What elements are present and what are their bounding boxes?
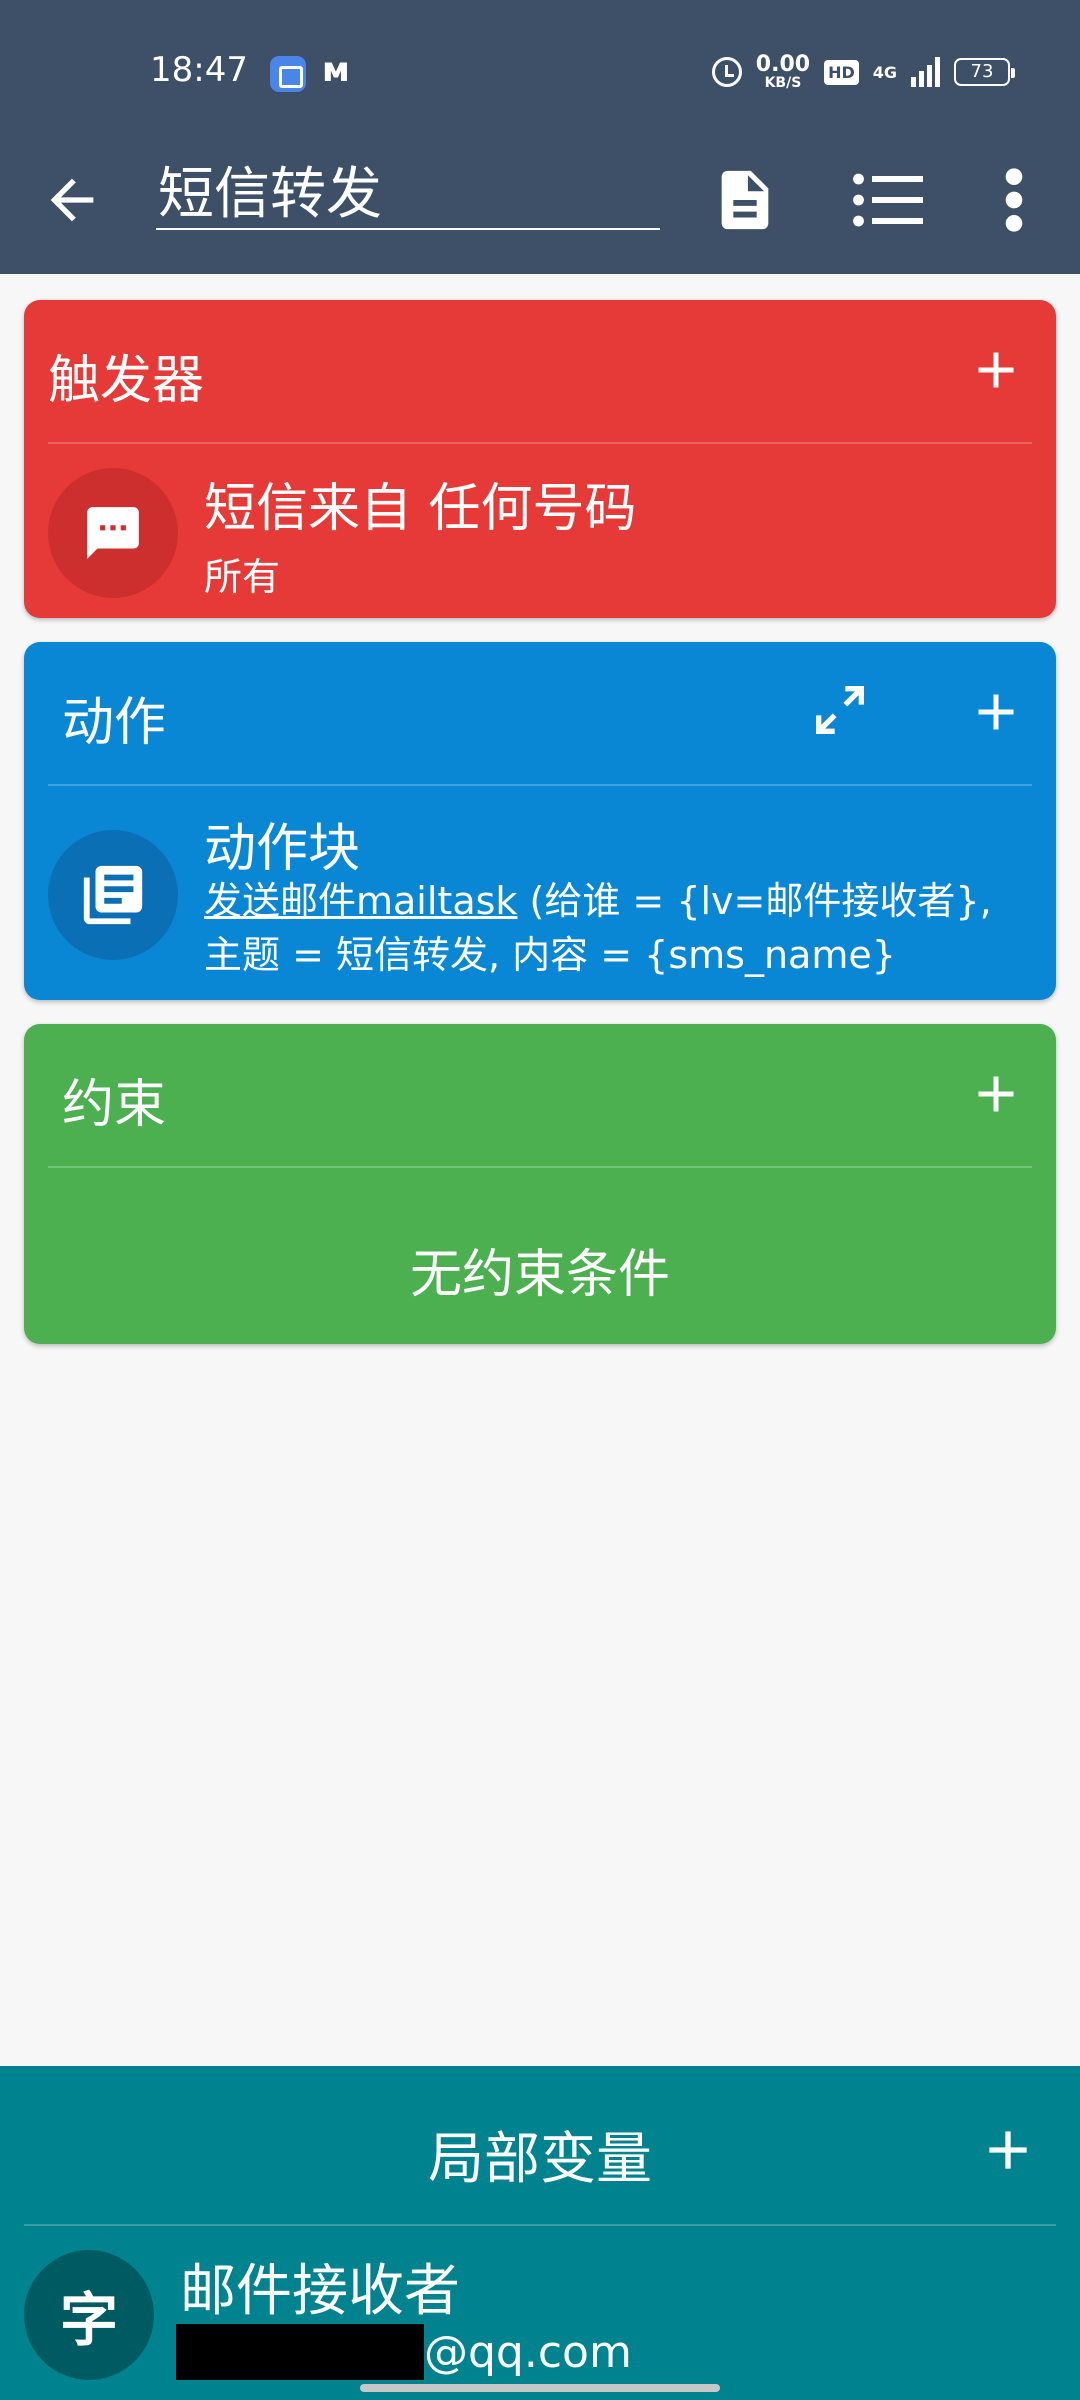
expand-icon[interactable] [808, 678, 872, 742]
list-icon[interactable] [850, 170, 924, 230]
constraints-header: 约束 [24, 1024, 1056, 1166]
toolbar: 短信转发 [0, 140, 1080, 274]
signal-icon [911, 57, 940, 87]
divider [48, 1166, 1032, 1168]
divider [48, 442, 1032, 444]
more-vert-icon[interactable] [998, 160, 1030, 240]
trigger-title[interactable]: 短信来自 任何号码 [204, 466, 637, 541]
local-variables-title: 局部变量 [428, 2127, 652, 2192]
network-speed-unit: KB/S [764, 75, 802, 91]
constraints-card: 约束 无约束条件 [24, 1024, 1056, 1344]
add-trigger-icon[interactable] [966, 340, 1026, 400]
action-block-link[interactable]: 发送邮件mailtask [204, 879, 517, 923]
variable-value-suffix: @qq.com [424, 2326, 632, 2378]
actions-card: 动作 动作块 发送邮件mailtask (给谁 = {lv=邮件接收者}, 主题… [24, 642, 1056, 1000]
redacted-block [176, 2324, 424, 2380]
trigger-subtitle: 所有 [204, 555, 281, 599]
triggers-header: 触发器 [24, 300, 1056, 442]
status-indicators: 0.00 KB/S HD 4G 73 [711, 50, 1015, 94]
message-icon[interactable] [48, 468, 178, 598]
hd-icon: HD [824, 59, 859, 85]
string-var-icon: 字 [24, 2250, 154, 2380]
variable-name[interactable]: 邮件接收者 [180, 2246, 460, 2327]
action-block-icon[interactable] [48, 830, 178, 960]
add-constraint-icon[interactable] [966, 1064, 1026, 1124]
actions-title: 动作 [62, 693, 167, 753]
network-speed-value: 0.00 [755, 52, 811, 77]
status-time: 18:47 [150, 50, 248, 90]
app-notification-icon: ᴍ [322, 50, 350, 90]
battery-icon: 73 [954, 58, 1015, 86]
add-action-icon[interactable] [966, 682, 1026, 742]
actions-header: 动作 [24, 642, 1056, 784]
divider [24, 2224, 1056, 2226]
alarm-icon [711, 57, 742, 87]
action-detail: 发送邮件mailtask (给谁 = {lv=邮件接收者}, 主题 = 短信转发… [204, 874, 1034, 982]
app-header: 18:47 ᴍ 0.00 KB/S HD 4G 73 短信转发 [0, 0, 1080, 274]
network-speed: 0.00 KB/S [755, 52, 811, 91]
variable-value[interactable]: @qq.com [176, 2322, 632, 2382]
document-icon[interactable] [710, 160, 780, 240]
triggers-title: 触发器 [48, 351, 205, 411]
task-app-icon [270, 56, 306, 92]
status-bar: 18:47 ᴍ 0.00 KB/S HD 4G 73 [0, 0, 1080, 140]
divider [48, 784, 1032, 786]
back-arrow-icon[interactable] [40, 168, 104, 232]
gesture-nav-handle[interactable] [360, 2384, 720, 2392]
action-title[interactable]: 动作块 [204, 806, 360, 881]
add-variable-icon[interactable] [976, 2118, 1040, 2182]
constraints-title: 约束 [62, 1075, 167, 1135]
triggers-card: 触发器 短信来自 任何号码 所有 [24, 300, 1056, 618]
network-type: 4G [872, 62, 897, 82]
no-constraints-text: 无约束条件 [409, 1245, 670, 1305]
local-variables-panel: 局部变量 字 邮件接收者 @qq.com [0, 2066, 1080, 2400]
macro-name-input[interactable]: 短信转发 [156, 160, 660, 230]
